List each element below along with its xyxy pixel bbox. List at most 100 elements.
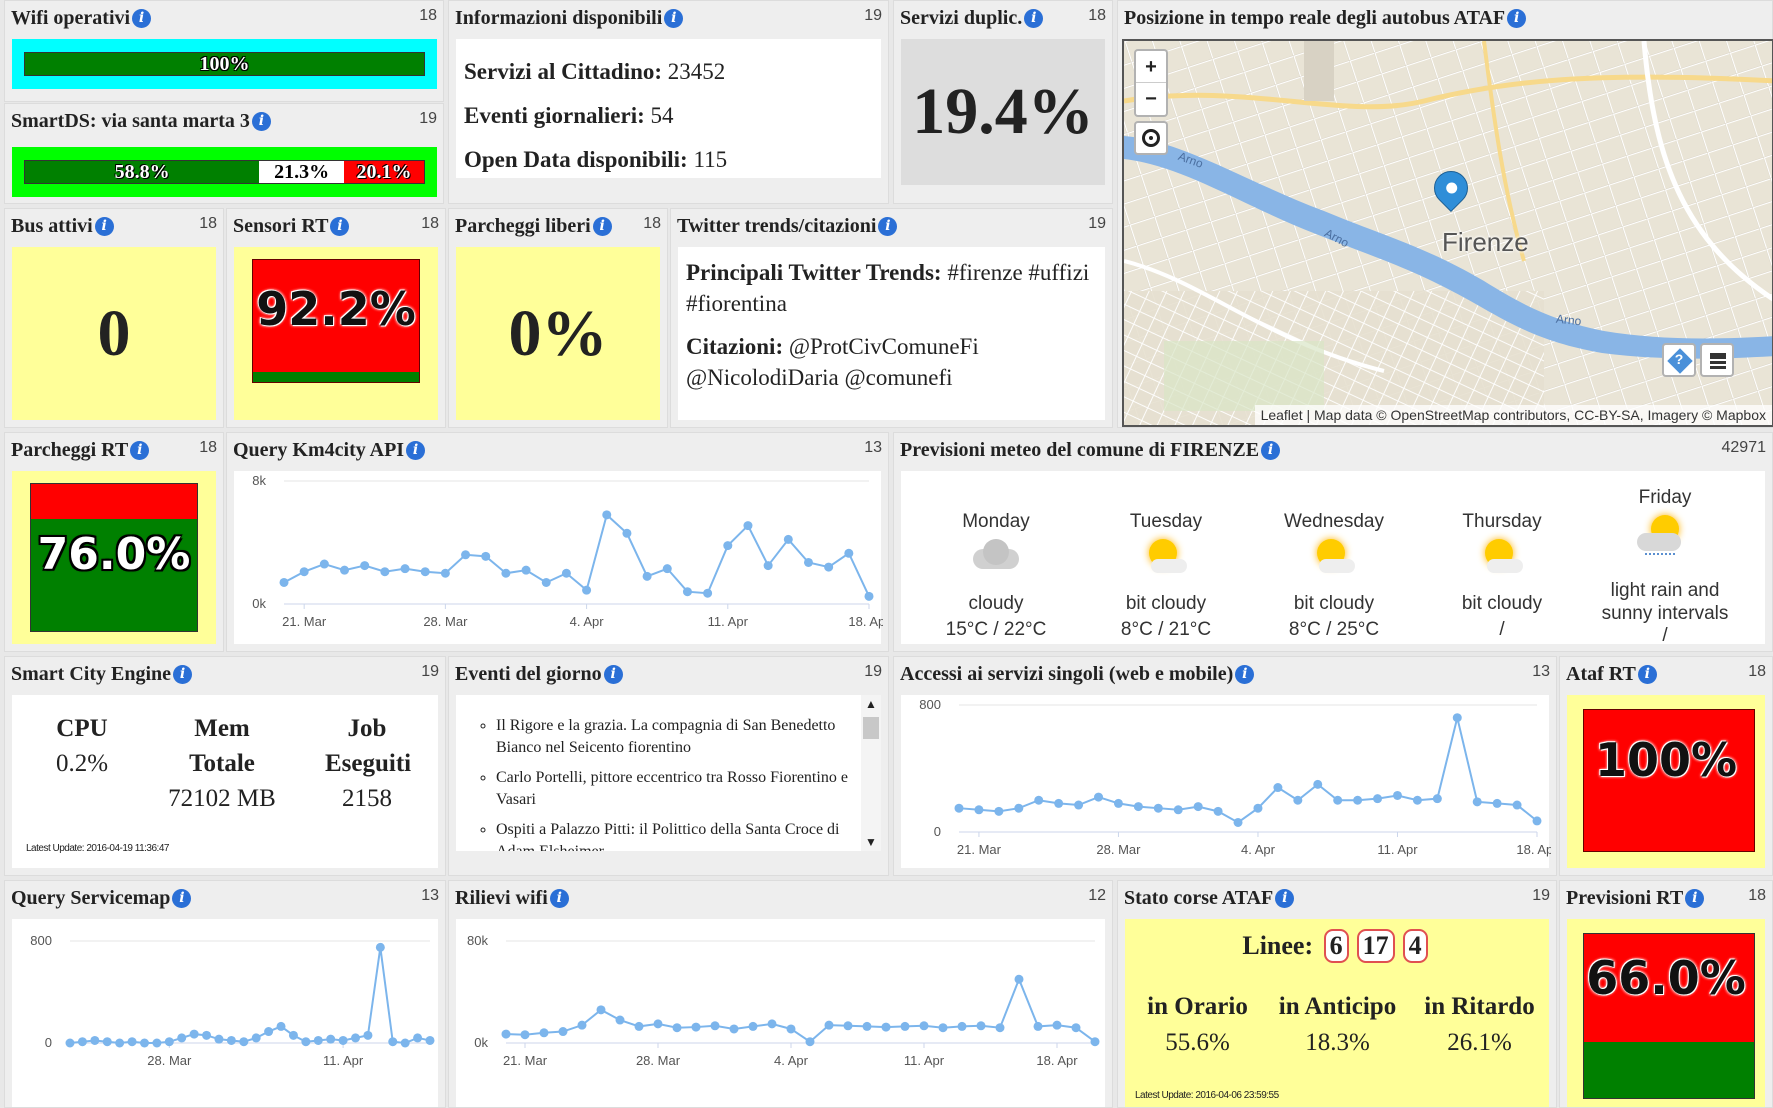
widget-counter: 13: [864, 439, 882, 456]
data-point: [1532, 816, 1542, 826]
data-point: [577, 1020, 587, 1030]
data-point: [1293, 795, 1303, 805]
parkrt-body: 76.0%: [12, 471, 216, 644]
info-icon[interactable]: i: [1637, 665, 1657, 684]
info-icon[interactable]: i: [878, 217, 898, 236]
sun-rain-icon: [1595, 509, 1735, 571]
wifi-bar-label: 100%: [199, 53, 250, 75]
linee-badge: 6: [1323, 929, 1349, 963]
data-point: [400, 1038, 410, 1048]
eventi-scrollbar[interactable]: ▲ ▼: [861, 695, 881, 851]
info-icon[interactable]: i: [406, 441, 426, 460]
wifi-bar-frame: 100%: [12, 39, 437, 89]
data-point: [1193, 802, 1203, 812]
rilievi-chart-area: 80k 0k 21. Mar 28. Mar 4. Apr 11. Apr 18. Apr: [456, 919, 1105, 1107]
info-icon[interactable]: i: [1507, 9, 1527, 28]
info-icon[interactable]: i: [1024, 9, 1044, 28]
data-point: [662, 564, 672, 574]
smartds-bar-track: 58.8% 21.3% 20.1%: [24, 160, 425, 184]
widget-counter: 42971: [1721, 439, 1767, 456]
data-point: [615, 1015, 625, 1025]
info-icon[interactable]: i: [172, 889, 192, 908]
map-city-label: Firenze: [1442, 227, 1529, 257]
y-tick-label: 0: [934, 824, 941, 839]
data-point: [682, 587, 692, 597]
info-icon[interactable]: i: [94, 217, 114, 236]
info-icon[interactable]: i: [603, 665, 623, 684]
wifi-bar-track: 100%: [24, 52, 425, 76]
smartds-bar-frame: 58.8% 21.3% 20.1%: [12, 147, 437, 197]
data-point: [202, 1030, 212, 1040]
data-point: [843, 1021, 853, 1031]
data-point: [501, 1029, 511, 1039]
x-tick-label: 4. Apr: [570, 614, 605, 629]
data-point: [710, 1021, 720, 1031]
parkrt-value: 76.0%: [37, 529, 191, 580]
widget-counter: 18: [421, 215, 439, 232]
data-point: [90, 1035, 100, 1045]
data-point: [703, 588, 713, 598]
widget-title: Sensori RT i: [233, 215, 350, 238]
data-point: [862, 1021, 872, 1031]
data-point: [596, 1005, 606, 1015]
data-point: [602, 510, 612, 520]
zoom-out-button[interactable]: −: [1136, 83, 1166, 115]
data-point: [239, 1037, 249, 1047]
cloud-icon: [931, 533, 1061, 583]
data-point: [288, 1030, 298, 1040]
data-point: [380, 567, 390, 577]
widget-title: Servizi duplic. i: [900, 7, 1044, 30]
info-icon[interactable]: i: [1235, 665, 1255, 684]
data-point: [954, 803, 964, 813]
info-icon[interactable]: i: [1685, 889, 1705, 908]
list-item[interactable]: Il Rigore e la grazia. La compagnia di S…: [496, 715, 849, 759]
widget-counter: 18: [199, 439, 217, 456]
info-icon[interactable]: i: [130, 441, 150, 460]
x-tick-label: 11. Apr: [708, 614, 749, 629]
chevron-down-icon[interactable]: ▼: [861, 833, 881, 851]
eventi-body[interactable]: Il Rigore e la grazia. La compagnia di S…: [456, 695, 881, 851]
data-point: [1133, 802, 1143, 812]
info-icon[interactable]: i: [1275, 889, 1295, 908]
map-attribution[interactable]: Leaflet | Map data © OpenStreetMap contr…: [1254, 405, 1772, 425]
servicemap-chart: 800 0 28. Mar 11. Apr: [30, 933, 435, 1068]
x-tick-label: 4. Apr: [1241, 842, 1276, 857]
info-icon[interactable]: i: [549, 889, 569, 908]
engine-updated: Latest Update: 2016-04-19 11:36:47: [26, 843, 169, 854]
zoom-in-button[interactable]: +: [1136, 51, 1166, 83]
data-point: [1373, 794, 1383, 804]
list-item[interactable]: Ospiti a Palazzo Pitti: il Polittico del…: [496, 819, 849, 851]
data-point: [413, 1033, 423, 1043]
data-point: [1090, 1037, 1100, 1047]
data-point: [561, 568, 571, 578]
help-icon[interactable]: ?: [1662, 343, 1696, 377]
parkrt-top-fill: [31, 484, 197, 520]
layers-icon[interactable]: [1700, 343, 1734, 377]
data-point: [1472, 797, 1482, 807]
info-icon[interactable]: i: [592, 217, 612, 236]
bus-widget: Bus attivi i 18 0: [4, 208, 224, 428]
series-line: [283, 512, 870, 597]
data-point: [824, 1020, 834, 1030]
data-point: [338, 1035, 348, 1045]
x-tick-label: 11. Apr: [1377, 842, 1418, 857]
data-point: [127, 1037, 137, 1047]
meteo-day: Friday light rain and sunny intervals /: [1595, 487, 1735, 644]
x-tick-label: 21. Mar: [503, 1053, 548, 1068]
map-view[interactable]: Arno Arno Arno Firenze + − ? Leaflet | M…: [1122, 39, 1773, 427]
data-point: [1432, 794, 1442, 804]
data-point: [340, 565, 350, 575]
locate-crosshair-icon[interactable]: [1134, 121, 1168, 155]
info-icon[interactable]: i: [173, 665, 192, 684]
info-icon[interactable]: i: [330, 217, 350, 236]
info-icon[interactable]: i: [251, 112, 271, 131]
list-item[interactable]: Carlo Portelli, pittore eccentrico tra R…: [496, 767, 849, 811]
info-icon[interactable]: i: [132, 9, 152, 28]
x-tick-label: 11. Apr: [323, 1053, 364, 1068]
data-point: [251, 1033, 261, 1043]
widget-title: Ataf RT i: [1566, 663, 1657, 686]
info-icon[interactable]: i: [1261, 441, 1281, 460]
scrollbar-thumb[interactable]: [863, 717, 879, 739]
chevron-up-icon[interactable]: ▲: [861, 695, 881, 713]
info-icon[interactable]: i: [664, 9, 684, 28]
